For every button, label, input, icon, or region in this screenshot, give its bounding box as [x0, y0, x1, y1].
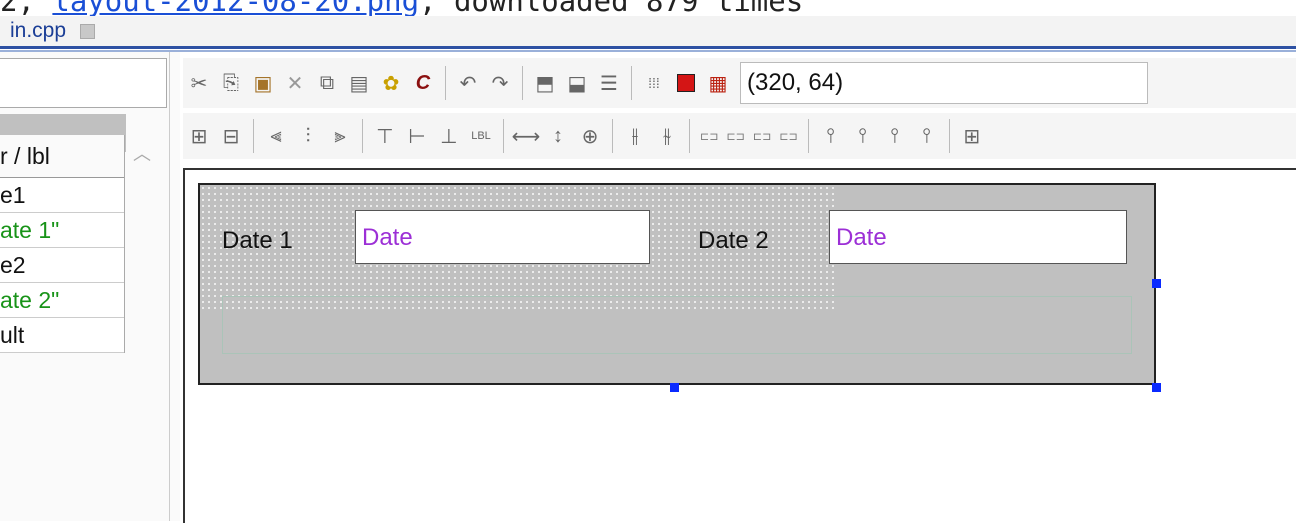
result-field[interactable]: [222, 296, 1132, 354]
hspace-increase-icon[interactable]: ⊏⊐: [726, 130, 744, 143]
bring-forward-icon[interactable]: ⬒: [532, 70, 558, 96]
editor-tab-bar: in.cpp: [0, 16, 1296, 46]
vspace-decrease-icon[interactable]: ⫯: [882, 123, 908, 149]
align-center-icon[interactable]: ⫶: [295, 123, 321, 149]
document-icon[interactable]: ▤: [346, 70, 372, 96]
align-bottom-icon[interactable]: ⊥: [436, 123, 462, 149]
toolbar-separator: [362, 119, 363, 153]
flower-icon[interactable]: ✿: [378, 70, 404, 96]
date2-input[interactable]: Date: [829, 210, 1127, 264]
resize-handle-corner[interactable]: [1152, 383, 1161, 392]
same-height-icon[interactable]: ↕: [545, 123, 571, 149]
resize-handle-right[interactable]: [1152, 279, 1161, 288]
date1-input[interactable]: Date: [355, 210, 650, 264]
caption-prefix: 2,: [0, 0, 52, 16]
date1-label[interactable]: Date 1: [222, 227, 293, 255]
grid-dots-icon[interactable]: ⁞⁞⁞: [641, 70, 667, 96]
resize-handle-bottom[interactable]: [670, 383, 679, 392]
edit-toolbar: ✂ ⎘ ▣ ✕ ⧉ ▤ ✿ C ↶ ↷ ⬒ ⬓ ☰ ⁞⁞⁞ ▦ (320, 64…: [183, 58, 1296, 108]
panel-divider: [169, 52, 170, 521]
object-selector[interactable]: [0, 58, 167, 108]
same-width-icon[interactable]: ⟷: [512, 123, 541, 149]
toolbar-separator: [807, 119, 809, 153]
toolbar-separator: [948, 119, 950, 153]
hspace-decrease-icon[interactable]: ⊏⊐: [753, 130, 771, 143]
toolbar-separator: [522, 66, 523, 100]
red-square-icon[interactable]: [673, 70, 699, 96]
property-list-header: r / lbl: [0, 135, 124, 178]
layout-icon[interactable]: ▦: [705, 70, 731, 96]
caption-link[interactable]: layout-2012-08-20.png: [52, 0, 419, 16]
property-row[interactable]: ate 1": [0, 213, 124, 248]
more-icon[interactable]: ⊞: [959, 123, 985, 149]
same-size-icon[interactable]: ⊕: [577, 123, 603, 149]
property-list: r / lbl e1 ate 1" e2 ate 2" ult: [0, 135, 125, 353]
delete-icon[interactable]: ✕: [282, 70, 308, 96]
property-row[interactable]: e2: [0, 248, 124, 283]
caption-suffix: , downloaded 879 times: [419, 0, 803, 16]
tab-underline: [0, 46, 1296, 49]
redo-icon[interactable]: ↷: [487, 70, 513, 96]
property-row[interactable]: ate 2": [0, 283, 124, 318]
align-right-icon[interactable]: ⫸: [327, 123, 353, 149]
editor-tab[interactable]: in.cpp: [0, 16, 105, 46]
align-left-icon[interactable]: ⫷: [263, 123, 289, 149]
align-vcenter-icon[interactable]: ⊟: [218, 123, 244, 149]
space-horizontal-icon[interactable]: ⫲: [622, 123, 648, 149]
undo-icon[interactable]: ↶: [455, 70, 481, 96]
vspace-equal-icon[interactable]: ⫯: [818, 123, 844, 149]
tab-underline-secondary: [0, 50, 1296, 52]
save-icon[interactable]: [80, 23, 96, 39]
duplicate-icon[interactable]: ⧉: [314, 70, 340, 96]
hspace-equal-icon[interactable]: ⊏⊐: [700, 130, 718, 143]
copy-icon[interactable]: ⎘: [218, 70, 244, 96]
cut-icon[interactable]: ✂: [186, 70, 212, 96]
cplusplus-icon[interactable]: C: [410, 70, 436, 96]
toolbar-separator: [689, 119, 690, 153]
tab-order-icon[interactable]: ☰: [596, 70, 622, 96]
property-row[interactable]: e1: [0, 178, 124, 213]
editor-tab-label: in.cpp: [10, 19, 67, 42]
toolbar-separator: [612, 119, 613, 153]
space-vertical-icon[interactable]: ⫳: [654, 123, 680, 149]
download-caption: 2, layout-2012-08-20.png, downloaded 879…: [0, 0, 1296, 16]
align-baseline-icon[interactable]: LBL: [468, 123, 494, 149]
align-top-icon[interactable]: ⊤: [372, 123, 398, 149]
hspace-remove-icon[interactable]: ⊏⊐: [779, 130, 797, 143]
align-middle-icon[interactable]: ⊢: [404, 123, 430, 149]
coordinates-display: (320, 64): [740, 62, 1148, 104]
align-hcenter-icon[interactable]: ⊞: [186, 123, 212, 149]
toolbar-separator: [253, 119, 254, 153]
vspace-increase-icon[interactable]: ⫯: [850, 123, 876, 149]
date2-label[interactable]: Date 2: [698, 227, 769, 255]
layout-toolbar: ⊞ ⊟ ⫷ ⫶ ⫸ ⊤ ⊢ ⊥ LBL ⟷ ↕ ⊕ ⫲ ⫳ ⊏⊐ ⊏⊐ ⊏⊐ ⊏…: [183, 113, 1296, 159]
paste-icon[interactable]: ▣: [250, 70, 276, 96]
toolbar-separator: [631, 66, 632, 100]
send-backward-icon[interactable]: ⬓: [564, 70, 590, 96]
toolbar-separator: [503, 119, 504, 153]
vspace-remove-icon[interactable]: ⫯: [914, 123, 940, 149]
scroll-up-icon[interactable]: ︿: [133, 140, 151, 166]
toolbar-separator: [445, 66, 446, 100]
property-row[interactable]: ult: [0, 318, 124, 353]
form-layout[interactable]: Date 1 Date Date 2 Date: [198, 183, 1156, 385]
